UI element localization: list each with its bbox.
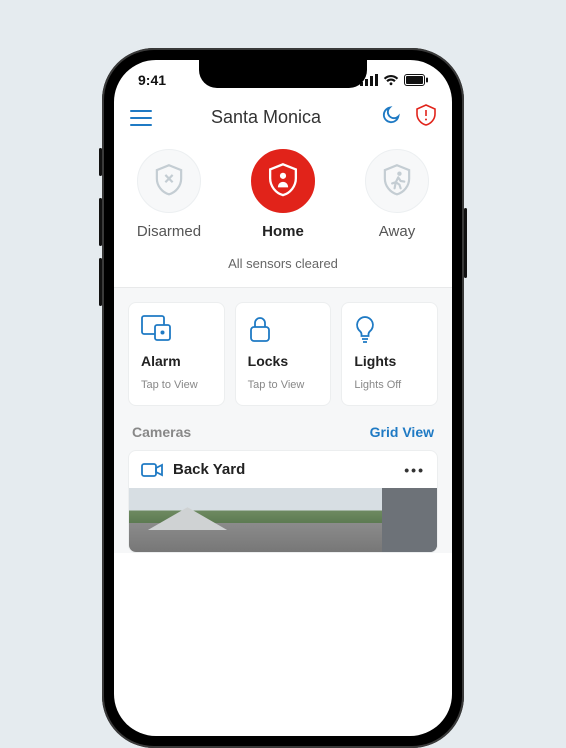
- shield-running-icon: [382, 164, 412, 198]
- mode-away[interactable]: Away: [357, 149, 437, 240]
- tile-title: Alarm: [141, 353, 212, 369]
- main-content: Alarm Tap to View Locks Tap to View Ligh…: [114, 288, 452, 553]
- location-title[interactable]: Santa Monica: [211, 107, 321, 128]
- alert-icon[interactable]: [416, 104, 436, 131]
- phone-notch: [199, 60, 367, 88]
- phone-side-button: [99, 258, 102, 306]
- app-header: Santa Monica: [114, 100, 452, 141]
- lock-icon: [248, 315, 319, 343]
- camera-card[interactable]: Back Yard •••: [128, 450, 438, 553]
- camera-thumbnail[interactable]: [129, 488, 437, 552]
- cameras-section-header: Cameras Grid View: [128, 406, 438, 450]
- phone-frame: 9:41 Santa Monica: [102, 48, 464, 748]
- phone-side-button: [464, 208, 467, 278]
- phone-side-button: [99, 148, 102, 176]
- alarm-icon: [141, 315, 212, 343]
- quick-tiles: Alarm Tap to View Locks Tap to View Ligh…: [128, 302, 438, 406]
- menu-button[interactable]: [130, 110, 152, 126]
- shield-x-icon: [154, 164, 184, 198]
- shield-person-icon: [267, 163, 299, 199]
- tile-alarm[interactable]: Alarm Tap to View: [128, 302, 225, 406]
- sensor-status[interactable]: All sensors cleared: [114, 246, 452, 288]
- arming-modes: Disarmed Home Away: [114, 141, 452, 246]
- mode-home[interactable]: Home: [243, 149, 323, 240]
- tile-lights[interactable]: Lights Lights Off: [341, 302, 438, 406]
- mode-label: Home: [262, 223, 304, 240]
- mode-label: Away: [379, 223, 415, 240]
- lightbulb-icon: [354, 315, 425, 343]
- tile-locks[interactable]: Locks Tap to View: [235, 302, 332, 406]
- tile-subtitle: Lights Off: [354, 379, 425, 391]
- tile-subtitle: Tap to View: [141, 379, 212, 391]
- tile-subtitle: Tap to View: [248, 379, 319, 391]
- phone-screen: 9:41 Santa Monica: [114, 60, 452, 736]
- battery-icon: [404, 74, 428, 86]
- phone-side-button: [99, 198, 102, 246]
- mode-label: Disarmed: [137, 223, 201, 240]
- wifi-icon: [383, 74, 399, 86]
- tile-title: Locks: [248, 353, 319, 369]
- tile-title: Lights: [354, 353, 425, 369]
- camera-icon: [141, 462, 163, 478]
- camera-more-button[interactable]: •••: [404, 462, 425, 478]
- camera-name: Back Yard: [173, 461, 245, 478]
- section-title: Cameras: [132, 424, 191, 440]
- mode-disarmed[interactable]: Disarmed: [129, 149, 209, 240]
- night-mode-icon[interactable]: [380, 104, 402, 131]
- status-time: 9:41: [138, 72, 166, 88]
- grid-view-button[interactable]: Grid View: [370, 424, 434, 440]
